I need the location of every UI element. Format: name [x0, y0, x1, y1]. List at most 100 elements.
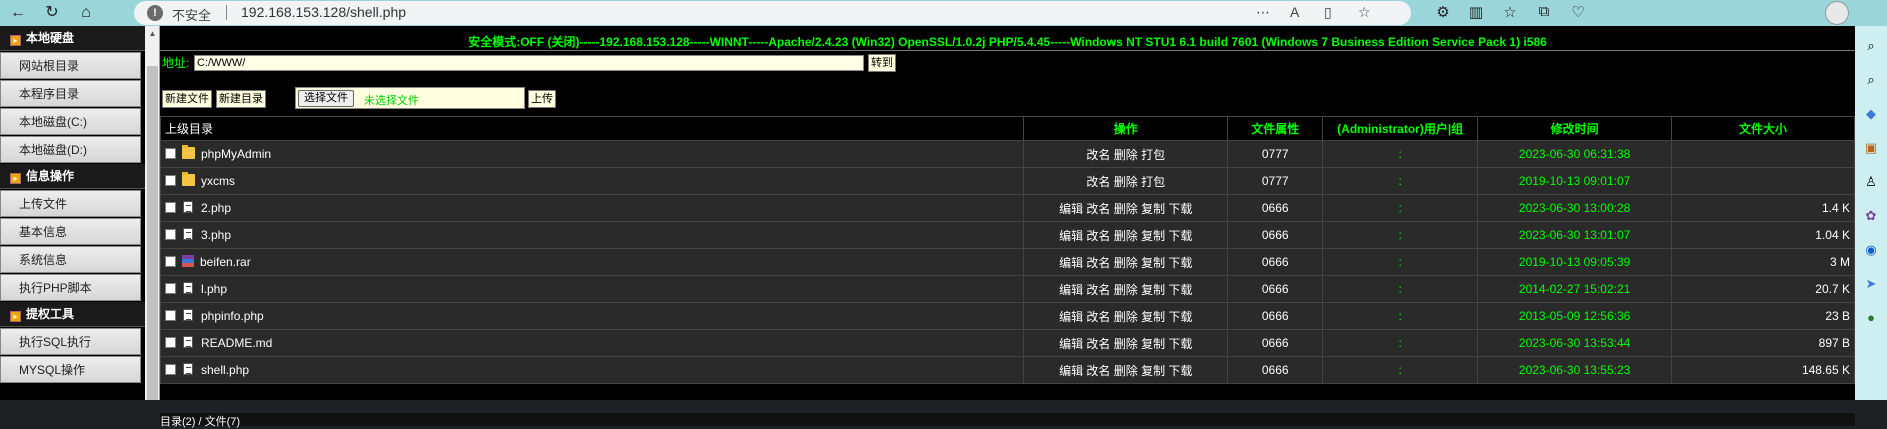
sidebar-item-drive-d[interactable]: 本地磁盘(D:) [0, 136, 141, 163]
sidebar-item-program-dir[interactable]: 本程序目录 [0, 80, 141, 107]
select-checkbox[interactable] [165, 310, 176, 321]
app-grid-icon[interactable]: ⋯ [1256, 4, 1270, 21]
ops-links[interactable]: 编辑 改名 删除 复制 下载 [1023, 275, 1229, 303]
sidebar-scrollbar[interactable]: ▲ [145, 26, 160, 400]
modified-time[interactable]: 2019-10-13 09:01:07 [1477, 167, 1673, 195]
file-upload-field[interactable]: 选择文件 未选择文件 [295, 87, 525, 109]
sidebar-item-exec-php[interactable]: 执行PHP脚本 [0, 274, 141, 301]
sidebar-item-web-root[interactable]: 网站根目录 [0, 52, 141, 79]
goto-button[interactable]: 转到 [868, 54, 896, 72]
read-aloud-icon[interactable]: A [1290, 4, 1299, 20]
send-icon[interactable]: ➤ [1863, 276, 1879, 292]
permission[interactable]: 0666 [1227, 356, 1324, 384]
select-checkbox[interactable] [165, 175, 176, 186]
modified-time[interactable]: 2023-06-30 13:00:28 [1477, 194, 1673, 222]
select-checkbox[interactable] [165, 364, 176, 375]
sidebar-section-local-disk[interactable]: ▸ 本地硬盘 [0, 26, 145, 51]
favorites-icon[interactable]: ☆ [1500, 3, 1520, 21]
profile-avatar[interactable] [1825, 1, 1849, 25]
address-bar[interactable]: ! 不安全 192.168.153.128/shell.php ⋯ A ▯ ☆ [134, 1, 1411, 25]
tag-icon[interactable]: ◆ [1863, 106, 1879, 122]
parent-dir-link[interactable]: 上级目录 [159, 116, 1025, 141]
modified-time[interactable]: 2023-06-30 13:01:07 [1477, 221, 1673, 249]
modified-time[interactable]: 2023-06-30 06:31:38 [1477, 140, 1673, 168]
file-name-link[interactable]: phpinfo.php [201, 309, 264, 323]
ops-links[interactable]: 编辑 改名 删除 复制 下载 [1023, 221, 1229, 249]
extensions-icon[interactable]: ⚙ [1433, 3, 1453, 21]
upload-button[interactable]: 上传 [528, 90, 556, 108]
url-text[interactable]: 192.168.153.128/shell.php [241, 4, 406, 20]
file-name-cell: phpinfo.php [159, 302, 1025, 330]
file-name-link[interactable]: beifen.rar [200, 255, 251, 269]
sidebar-item-mysql[interactable]: MYSQL操作 [0, 356, 141, 383]
file-name-link[interactable]: shell.php [201, 363, 249, 377]
path-input[interactable]: C:/WWW/ [194, 55, 864, 71]
search-icon[interactable]: ⌕ [1863, 38, 1879, 54]
back-icon[interactable]: ← [8, 3, 28, 23]
ops-links[interactable]: 编辑 改名 删除 复制 下载 [1023, 356, 1229, 384]
sidebar-section-privesc[interactable]: ▸ 提权工具 [0, 302, 145, 327]
select-checkbox[interactable] [165, 148, 176, 159]
owner-group: : [1322, 221, 1479, 249]
file-name-link[interactable]: l.php [201, 282, 227, 296]
file-name-link[interactable]: README.md [201, 336, 272, 350]
scroll-up-icon[interactable]: ▲ [145, 26, 160, 41]
person-icon[interactable]: ♙ [1863, 174, 1879, 190]
modified-time[interactable]: 2023-06-30 13:55:23 [1477, 356, 1673, 384]
file-name-link[interactable]: 2.php [201, 201, 231, 215]
ops-links[interactable]: 编辑 改名 删除 复制 下载 [1023, 302, 1229, 330]
select-checkbox[interactable] [165, 256, 176, 267]
permission[interactable]: 0666 [1227, 275, 1324, 303]
scroll-thumb[interactable] [147, 66, 158, 400]
sidebar-item-drive-c[interactable]: 本地磁盘(C:) [0, 108, 141, 135]
sidebar-section-info-ops[interactable]: ▸ 信息操作 [0, 164, 145, 189]
select-checkbox[interactable] [165, 229, 176, 240]
table-row: yxcms 改名 删除 打包 0777:2019-10-13 09:01:07 [159, 167, 1855, 195]
modified-time[interactable]: 2023-06-30 13:53:44 [1477, 329, 1673, 357]
refresh-icon[interactable]: ↻ [42, 3, 62, 23]
search-icon[interactable]: ⌕ [1863, 72, 1879, 88]
sidebar-item-basic-info[interactable]: 基本信息 [0, 218, 141, 245]
ops-links[interactable]: 编辑 改名 删除 复制 下载 [1023, 248, 1229, 276]
new-file-button[interactable]: 新建文件 [162, 90, 212, 108]
warning-icon[interactable]: ! [147, 5, 163, 21]
select-checkbox[interactable] [165, 337, 176, 348]
permission[interactable]: 0777 [1227, 140, 1324, 168]
file-name-link[interactable]: yxcms [201, 174, 235, 188]
permission[interactable]: 0666 [1227, 302, 1324, 330]
permission[interactable]: 0666 [1227, 221, 1324, 249]
toolbox-icon[interactable]: ▣ [1863, 140, 1879, 156]
reader-view-icon[interactable]: ▯ [1324, 4, 1332, 21]
security-label[interactable]: 不安全 [172, 5, 211, 24]
collections-icon[interactable]: ⧉ [1534, 3, 1554, 20]
outlook-icon[interactable]: ◉ [1863, 242, 1879, 258]
sidebar-item-system-info[interactable]: 系统信息 [0, 246, 141, 273]
address-label: 地址: [162, 56, 190, 70]
new-dir-button[interactable]: 新建目录 [216, 90, 266, 108]
games-icon[interactable]: ● [1863, 310, 1879, 326]
split-screen-icon[interactable]: ▥ [1466, 3, 1486, 21]
file-name-link[interactable]: 3.php [201, 228, 231, 242]
ops-links[interactable]: 改名 删除 打包 [1023, 140, 1229, 168]
modified-time[interactable]: 2014-02-27 15:02:21 [1477, 275, 1673, 303]
sidebar-item-exec-sql[interactable]: 执行SQL执行 [0, 328, 141, 355]
permission[interactable]: 0777 [1227, 167, 1324, 195]
favorite-star-icon[interactable]: ☆ [1358, 4, 1371, 21]
ops-links[interactable]: 编辑 改名 删除 复制 下载 [1023, 329, 1229, 357]
ops-links[interactable]: 改名 删除 打包 [1023, 167, 1229, 195]
copilot-icon[interactable]: ✿ [1863, 208, 1879, 224]
browser-essentials-icon[interactable]: ♡ [1568, 3, 1588, 21]
modified-time[interactable]: 2013-05-09 12:56:36 [1477, 302, 1673, 330]
permission[interactable]: 0666 [1227, 248, 1324, 276]
permission[interactable]: 0666 [1227, 194, 1324, 222]
modified-time[interactable]: 2019-10-13 09:05:39 [1477, 248, 1673, 276]
sidebar-item-upload[interactable]: 上传文件 [0, 190, 141, 217]
select-checkbox[interactable] [165, 202, 176, 213]
home-icon[interactable]: ⌂ [76, 3, 96, 23]
col-mtime: 修改时间 [1477, 116, 1673, 141]
choose-file-button[interactable]: 选择文件 [298, 90, 354, 107]
permission[interactable]: 0666 [1227, 329, 1324, 357]
file-name-link[interactable]: phpMyAdmin [201, 147, 271, 161]
select-checkbox[interactable] [165, 283, 176, 294]
ops-links[interactable]: 编辑 改名 删除 复制 下载 [1023, 194, 1229, 222]
